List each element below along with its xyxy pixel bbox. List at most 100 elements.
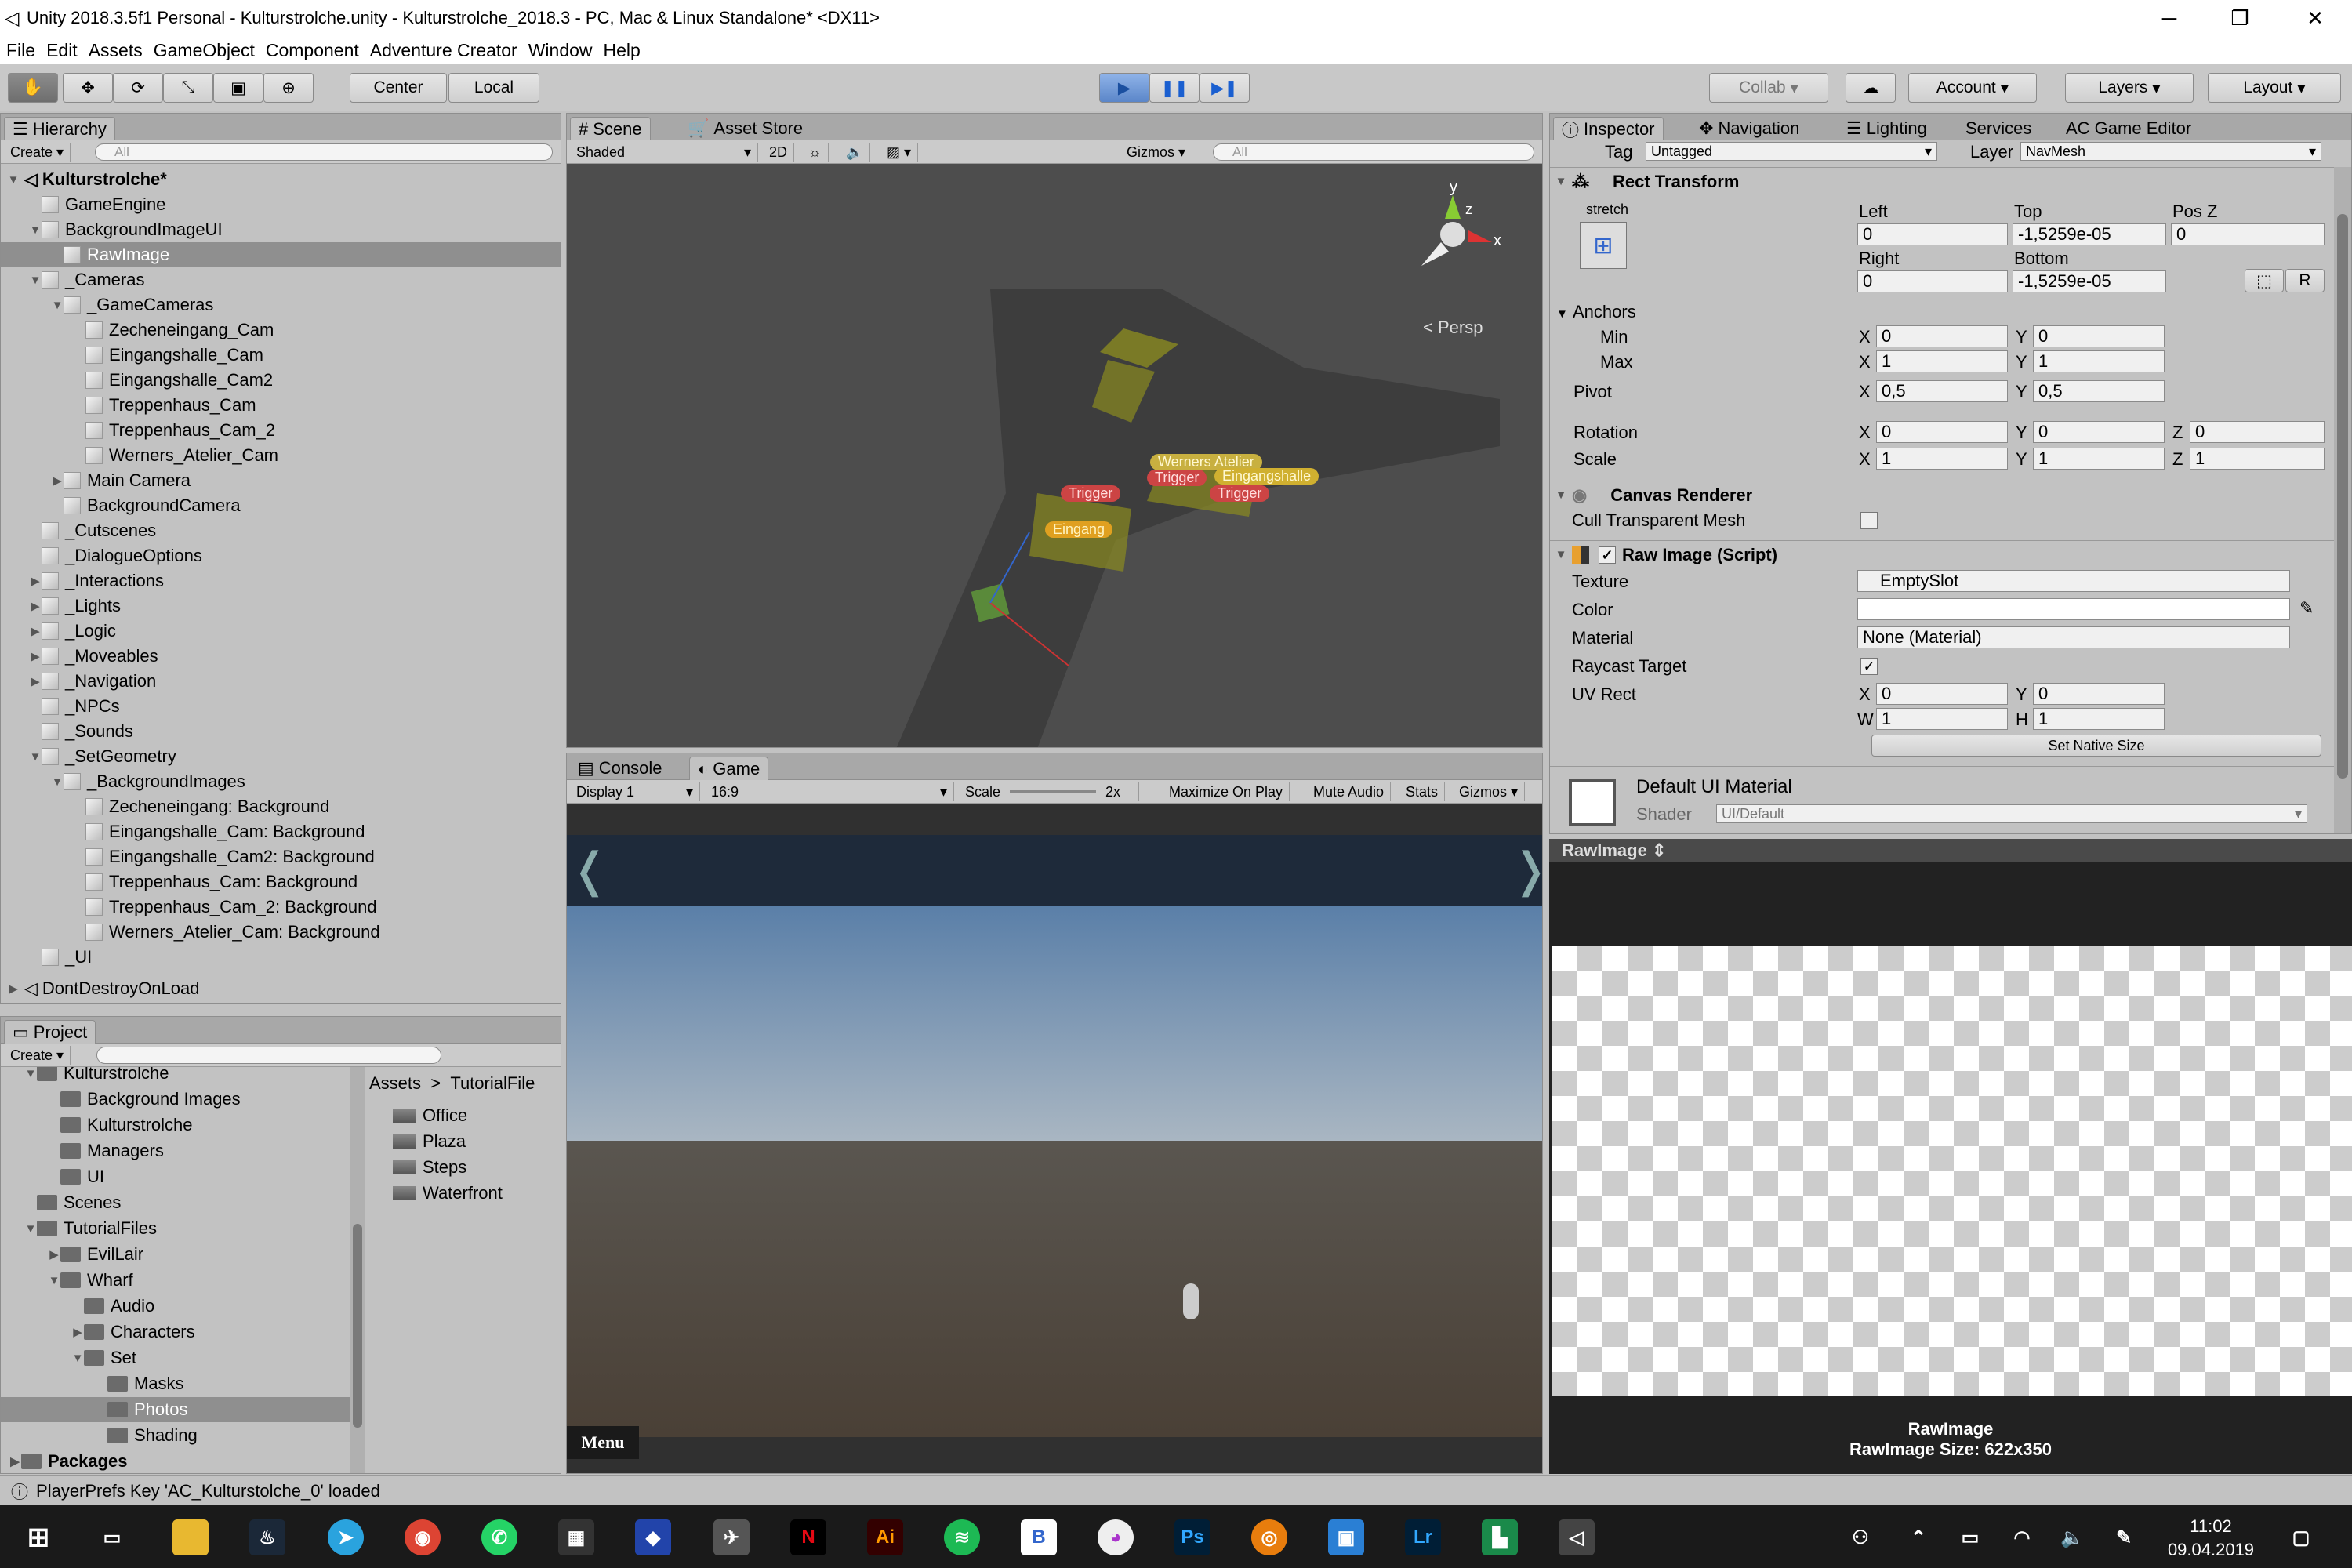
project-scrollbar[interactable] — [350, 1067, 365, 1473]
r-button[interactable]: R — [2285, 269, 2325, 292]
tab-lighting[interactable]: ☰ Lighting — [1838, 117, 1935, 140]
scene-orientation-gizmo[interactable]: y x z — [1406, 179, 1508, 281]
hierarchy-item[interactable]: _Cutscenes — [1, 518, 561, 543]
project-folder-item[interactable]: ▶ Characters — [1, 1319, 350, 1345]
expand-arrow-icon[interactable]: ▶ — [29, 599, 42, 613]
project-search-input[interactable] — [96, 1047, 441, 1064]
hierarchy-item[interactable]: Zecheneingang_Cam — [1, 318, 561, 343]
shading-mode-select[interactable]: Shaded ▾ — [570, 143, 758, 162]
hierarchy-item[interactable]: _Sounds — [1, 719, 561, 744]
left-field[interactable]: 0 — [1857, 223, 2008, 245]
menu-adventure-creator[interactable]: Adventure Creator — [370, 40, 517, 61]
project-file-item[interactable]: Steps — [393, 1155, 557, 1180]
uv-w[interactable]: 1 — [1876, 708, 2008, 730]
menu-file[interactable]: File — [6, 40, 35, 61]
netflix-icon[interactable]: N — [790, 1519, 826, 1555]
posz-field[interactable]: 0 — [2171, 223, 2325, 245]
hierarchy-item[interactable]: ▼ _Cameras — [1, 267, 561, 292]
tab-project[interactable]: ▭ Project — [4, 1020, 96, 1044]
hierarchy-item[interactable]: ▼ _SetGeometry — [1, 744, 561, 769]
color-field[interactable] — [1857, 598, 2290, 620]
project-file-item[interactable]: Office — [393, 1103, 557, 1128]
scale-slider[interactable]: Scale 2x — [959, 782, 1139, 801]
pivot-x[interactable]: 0,5 — [1876, 380, 2008, 402]
menu-assets[interactable]: Assets — [89, 40, 143, 61]
file-explorer-icon[interactable] — [172, 1519, 209, 1555]
aspect-select[interactable]: 16:9 ▾ — [705, 782, 954, 801]
tab-console[interactable]: ▤ Console — [570, 757, 670, 780]
project-folder-item[interactable]: Managers — [1, 1138, 350, 1163]
hierarchy-item[interactable]: ▼ _GameCameras — [1, 292, 561, 318]
battery-icon[interactable]: ▭ — [1952, 1519, 1988, 1555]
tab-navigation[interactable]: ✥ Navigation — [1691, 117, 1807, 140]
volume-icon[interactable]: 🔈 — [2054, 1519, 2090, 1555]
scale-y[interactable]: 1 — [2033, 448, 2165, 470]
project-folder-item[interactable]: ▶ EvilLair — [1, 1242, 350, 1267]
task-view-icon[interactable]: ▭ — [94, 1519, 130, 1555]
hierarchy-item[interactable]: ▶ _Interactions — [1, 568, 561, 593]
stats-button[interactable]: Stats — [1399, 782, 1446, 801]
menu-window[interactable]: Window — [528, 40, 593, 61]
expand-arrow-icon[interactable]: ▶ — [29, 624, 42, 638]
texture-field[interactable]: EmptySlot — [1857, 570, 2290, 592]
close-button[interactable]: ✕ — [2280, 0, 2350, 36]
rect-transform-header[interactable]: ▼ ⁂ Rect Transform — [1550, 167, 2351, 195]
pivot-center-button[interactable]: Center — [350, 73, 447, 103]
expand-arrow-icon[interactable]: ▼ — [71, 1352, 84, 1365]
anchor-max-y[interactable]: 1 — [2033, 350, 2165, 372]
maximize-on-play-button[interactable]: Maximize On Play — [1163, 782, 1290, 801]
account-button[interactable]: Account ▾ — [1908, 73, 2037, 103]
raycast-checkbox[interactable]: ✓ — [1860, 658, 1878, 675]
rotation-x[interactable]: 0 — [1876, 421, 2008, 443]
status-bar[interactable]: ⓘ PlayerPrefs Key 'AC_Kulturstolche_0' lo… — [0, 1475, 2352, 1505]
chevron-up-icon[interactable]: ⌃ — [1900, 1519, 1936, 1555]
scene-root-row[interactable]: ▼ ◁ Kulturstrolche* — [1, 167, 561, 192]
project-file-item[interactable]: Waterfront — [393, 1181, 557, 1206]
hierarchy-item[interactable]: ▶ _Logic — [1, 619, 561, 644]
project-folder-item[interactable]: Photos — [1, 1397, 350, 1422]
uv-h[interactable]: 1 — [2033, 708, 2165, 730]
hierarchy-item[interactable]: _NPCs — [1, 694, 561, 719]
effects-toggle-icon[interactable]: ▨ ▾ — [880, 143, 919, 162]
expand-arrow-icon[interactable]: ▶ — [71, 1325, 84, 1339]
project-folder-item[interactable]: Kulturstrolche — [1, 1112, 350, 1138]
project-folder-item[interactable]: Shading — [1, 1423, 350, 1448]
rotation-y[interactable]: 0 — [2033, 421, 2165, 443]
uv-y[interactable]: 0 — [2033, 683, 2165, 705]
scale-z[interactable]: 1 — [2190, 448, 2325, 470]
hierarchy-item[interactable]: Treppenhaus_Cam_2: Background — [1, 895, 561, 920]
anchor-max-x[interactable]: 1 — [1876, 350, 2008, 372]
chrome-icon[interactable]: ◉ — [405, 1519, 441, 1555]
pivot-y[interactable]: 0,5 — [2033, 380, 2165, 402]
material-field[interactable]: None (Material) — [1857, 626, 2290, 648]
rotation-z[interactable]: 0 — [2190, 421, 2325, 443]
hierarchy-item[interactable]: RawImage — [1, 242, 561, 267]
hierarchy-item[interactable]: Treppenhaus_Cam — [1, 393, 561, 418]
scale-tool-icon[interactable]: ⤡ — [163, 73, 213, 103]
expand-arrow-icon[interactable]: ▶ — [9, 1454, 21, 1468]
project-folder-item[interactable]: ▼ Kulturstrolche — [1, 1067, 350, 1086]
layer-select[interactable]: NavMesh ▾ — [2020, 142, 2321, 161]
project-create-button[interactable]: Create ▾ — [4, 1046, 71, 1065]
pivot-local-button[interactable]: Local — [448, 73, 539, 103]
project-folder-item[interactable]: Background Images — [1, 1087, 350, 1112]
canvas-renderer-header[interactable]: ▼ ◉ Canvas Renderer — [1550, 481, 2351, 509]
hierarchy-item[interactable]: Eingangshalle_Cam2 — [1, 368, 561, 393]
project-folder-item[interactable]: ▼ Set — [1, 1345, 350, 1370]
hierarchy-item[interactable]: ▶ Main Camera — [1, 468, 561, 493]
hierarchy-item[interactable]: _UI — [1, 945, 561, 970]
raw-edit-button[interactable]: ⬚ — [2245, 269, 2284, 292]
expand-arrow-icon[interactable]: ▼ — [51, 299, 64, 312]
scene-gizmos-button[interactable]: Gizmos ▾ — [1120, 143, 1193, 162]
hierarchy-item[interactable]: Eingangshalle_Cam2: Background — [1, 844, 561, 869]
move-tool-icon[interactable]: ✥ — [63, 73, 113, 103]
hierarchy-item[interactable]: _DialogueOptions — [1, 543, 561, 568]
rotate-tool-icon[interactable]: ⟳ — [113, 73, 163, 103]
notifications-icon[interactable]: ▢ — [2283, 1519, 2319, 1555]
illustrator-icon[interactable]: Ai — [867, 1519, 903, 1555]
app-icon[interactable]: ✈ — [713, 1519, 750, 1555]
hierarchy-item[interactable]: ▶ _Navigation — [1, 669, 561, 694]
project-folder-item[interactable]: Masks — [1, 1371, 350, 1396]
app-icon[interactable]: ▣ — [1328, 1519, 1364, 1555]
scale-x[interactable]: 1 — [1876, 448, 2008, 470]
